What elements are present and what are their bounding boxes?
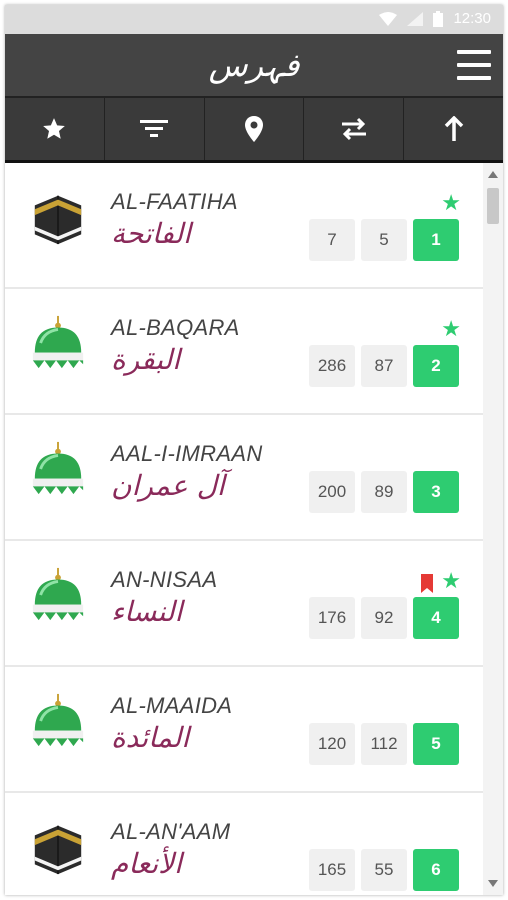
scroll-top-tool-button[interactable] [404,98,503,160]
ruku-count: 87 [361,345,407,387]
list-item[interactable]: AL-MAAIDA المائدة 120 112 5 [5,667,483,793]
bookmark-icon[interactable] [421,574,434,593]
surah-name-english: AAL-I-IMRAAN [111,441,263,466]
surah-number: 2 [413,345,459,387]
filter-icon [140,120,169,137]
status-badges: ★ [441,316,461,342]
scroll-down-arrow-icon[interactable] [488,880,498,887]
ruku-count: 5 [361,219,407,261]
surah-stats: 286 87 2 [309,345,459,387]
star-icon[interactable]: ★ [441,568,461,594]
surah-name-arabic: النساء [111,595,183,628]
page-title: فہرس [208,46,300,84]
surah-number: 6 [413,849,459,891]
surah-name-english: AL-AN'AAM [111,819,231,844]
status-badges: ★ [441,190,461,216]
green-dome-icon [29,440,87,498]
list-item[interactable]: AL-FAATIHA الفاتحة ★ 7 5 1 [5,163,483,289]
surah-stats: 176 92 4 [309,597,459,639]
arrow-up-icon [444,116,463,141]
status-badges: ★ [421,568,461,594]
status-time: 12:30 [453,10,491,27]
ruku-count: 112 [361,723,407,765]
location-tool-button[interactable] [205,98,305,160]
swap-icon [341,117,366,141]
surah-name-english: AL-MAAIDA [111,693,233,718]
wifi-icon [379,11,398,26]
ruku-count: 55 [361,849,407,891]
ayat-count: 120 [309,723,355,765]
surah-name-english: AL-BAQARA [111,315,240,340]
kaaba-icon [29,188,87,246]
surah-name-arabic: الفاتحة [111,217,191,250]
surah-stats: 7 5 1 [309,219,459,261]
menu-line-icon [457,50,491,54]
ayat-count: 176 [309,597,355,639]
ruku-count: 92 [361,597,407,639]
list-item[interactable]: AL-AN'AAM الأنعام 165 55 6 [5,793,483,895]
green-dome-icon [29,314,87,372]
surah-number: 3 [413,471,459,513]
swap-tool-button[interactable] [304,98,405,160]
battery-icon [433,10,444,27]
ayat-count: 286 [309,345,355,387]
favorites-tool-button[interactable] [5,98,105,160]
ayat-count: 165 [309,849,355,891]
surah-stats: 200 89 3 [309,471,459,513]
list-item[interactable]: AAL-I-IMRAAN آل عمران 200 89 3 [5,415,483,541]
ruku-count: 89 [361,471,407,513]
scroll-up-arrow-icon[interactable] [488,171,498,178]
list-item[interactable]: AN-NISAA النساء ★ 176 92 4 [5,541,483,667]
menu-line-icon [457,76,491,80]
list-item[interactable]: AL-BAQARA البقرة ★ 286 87 2 [5,289,483,415]
ayat-count: 7 [309,219,355,261]
scrollbar-thumb[interactable] [487,188,499,224]
surah-stats: 120 112 5 [309,723,459,765]
star-icon[interactable]: ★ [441,190,461,216]
kaaba-icon [29,818,87,876]
menu-line-icon [457,63,491,67]
location-pin-icon [244,116,263,142]
scrollbar[interactable] [483,163,503,895]
surah-name-english: AN-NISAA [111,567,218,592]
app-frame: 12:30 فہرس AL-FAATIHA الفاتحة ★ 7 5 1 AL… [5,5,503,895]
star-icon[interactable]: ★ [441,316,461,342]
surah-name-arabic: المائدة [111,721,190,754]
star-icon [43,118,66,139]
surah-list[interactable]: AL-FAATIHA الفاتحة ★ 7 5 1 AL-BAQARA الب… [5,163,483,895]
surah-name-arabic: البقرة [111,343,181,376]
surah-name-arabic: آل عمران [111,469,225,502]
surah-number: 4 [413,597,459,639]
green-dome-icon [29,566,87,624]
ayat-count: 200 [309,471,355,513]
green-dome-icon [29,692,87,750]
surah-name-english: AL-FAATIHA [111,189,238,214]
status-bar: 12:30 [5,5,503,34]
filter-tool-button[interactable] [105,98,205,160]
app-bar: فہرس [5,34,503,98]
surah-stats: 165 55 6 [309,849,459,891]
surah-number: 5 [413,723,459,765]
toolbar [5,98,503,163]
surah-number: 1 [413,219,459,261]
surah-name-arabic: الأنعام [111,847,182,880]
signal-icon [407,11,424,26]
menu-button[interactable] [457,50,491,80]
